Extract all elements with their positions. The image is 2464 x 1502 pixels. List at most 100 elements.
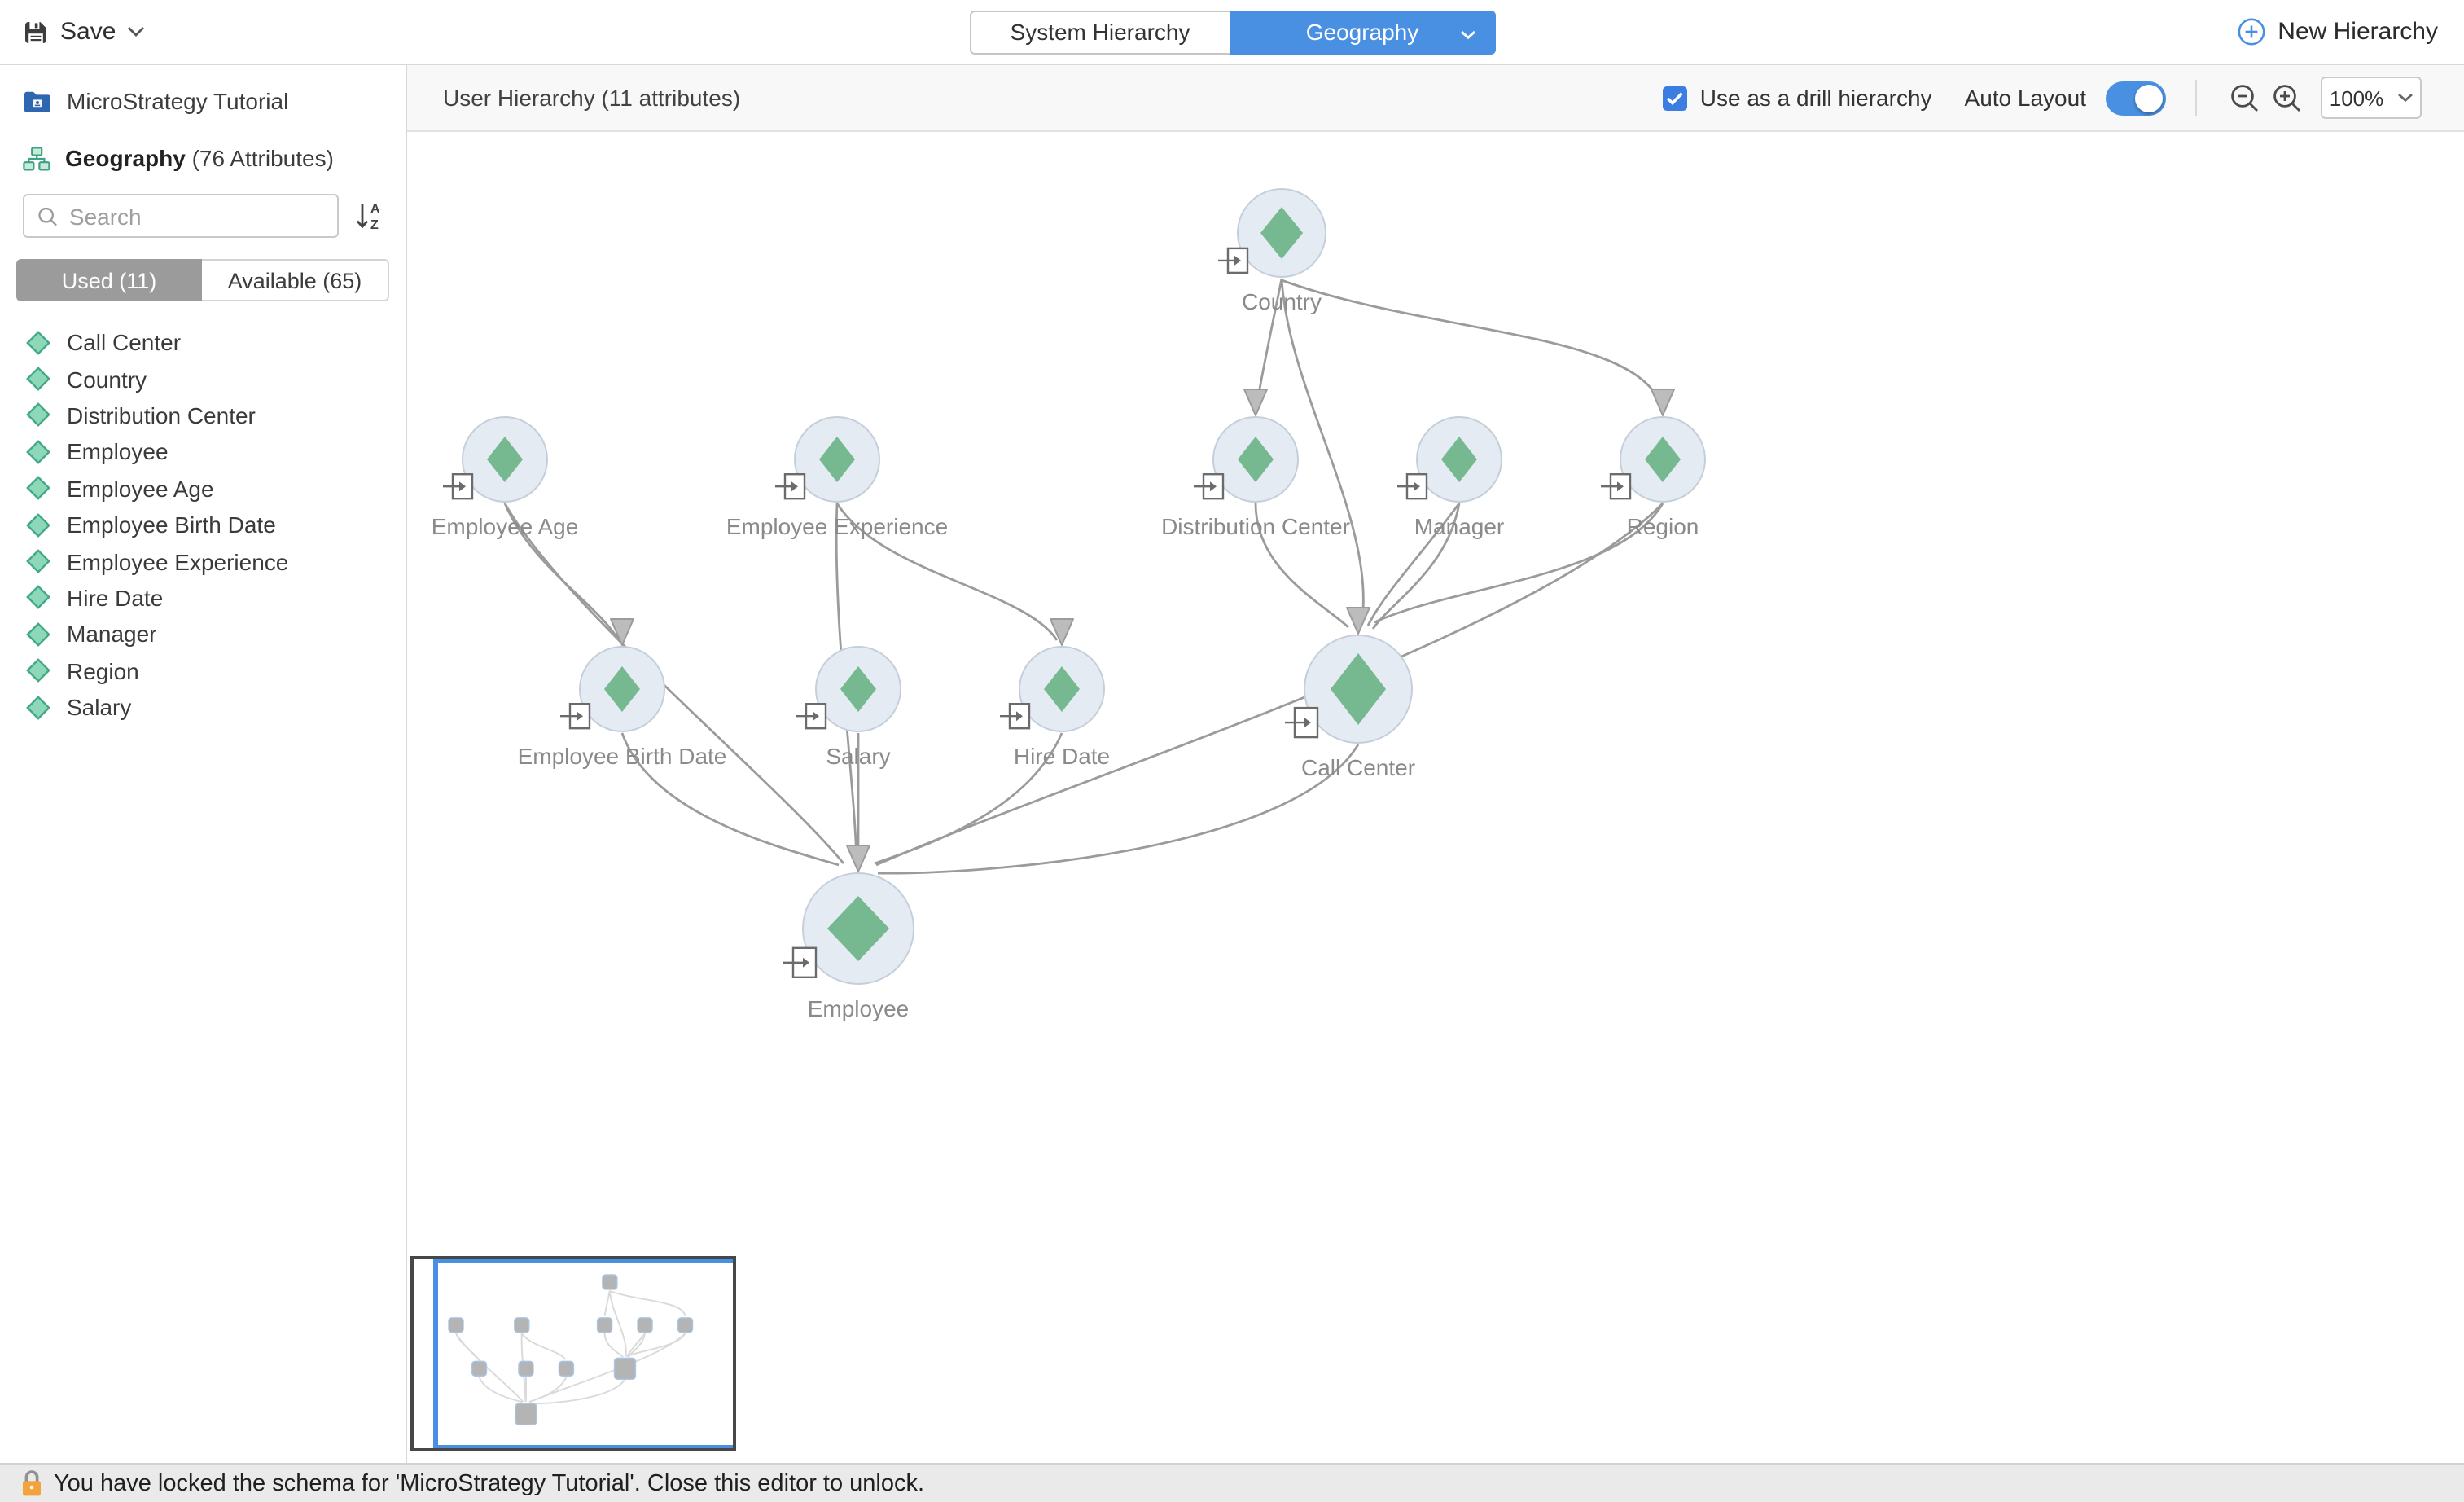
save-button[interactable]: Save	[23, 18, 145, 46]
node-country[interactable]: Country	[1218, 189, 1326, 314]
svg-text:Z: Z	[370, 218, 379, 231]
attribute-item-label: Employee Birth Date	[67, 512, 276, 538]
folder-icon	[23, 89, 52, 113]
attribute-item-region[interactable]: Region	[0, 652, 406, 689]
attribute-filter-tabs: Used (11) Available (65)	[16, 259, 389, 301]
project-name: MicroStrategy Tutorial	[67, 88, 288, 114]
attribute-item-label: Salary	[67, 694, 131, 720]
hierarchy-canvas[interactable]: CountryEmployee AgeEmployee ExperienceDi…	[407, 132, 2464, 1463]
sort-az-icon[interactable]: A Z	[355, 200, 383, 231]
hierarchy-name: Geography	[65, 145, 186, 171]
node-hire-date[interactable]: Hire Date	[1000, 647, 1110, 769]
node-manager[interactable]: Manager	[1397, 417, 1504, 539]
attribute-diamond-icon	[26, 403, 50, 428]
attribute-diamond-icon	[26, 549, 50, 573]
divider	[2195, 80, 2197, 116]
attribute-item-employee[interactable]: Employee	[0, 433, 406, 470]
attribute-diamond-icon	[26, 440, 50, 464]
new-hierarchy-button[interactable]: New Hierarchy	[2237, 18, 2438, 46]
attribute-diamond-icon	[26, 330, 50, 354]
node-label-region: Region	[1627, 514, 1699, 539]
attribute-item-distribution-center[interactable]: Distribution Center	[0, 397, 406, 434]
minimap[interactable]	[410, 1256, 736, 1451]
entry-point-icon	[560, 704, 590, 728]
node-label-employee-birth-date: Employee Birth Date	[518, 744, 727, 769]
tab-available[interactable]: Available (65)	[202, 259, 389, 301]
statusbar: You have locked the schema for 'MicroStr…	[0, 1463, 2464, 1502]
node-employee[interactable]: Employee	[783, 873, 914, 1021]
arrowhead-into-call-center	[1347, 608, 1370, 634]
tab-geography-dropdown[interactable]: Geography	[1230, 10, 1495, 54]
plus-circle-icon	[2237, 18, 2265, 46]
attribute-item-hire-date[interactable]: Hire Date	[0, 579, 406, 616]
search-icon	[37, 204, 58, 227]
save-label: Save	[60, 18, 116, 46]
canvas-header: User Hierarchy (11 attributes) Use as a …	[407, 65, 2464, 132]
middle-region: MicroStrategy Tutorial Geography (76 Att…	[0, 65, 2464, 1463]
drill-hierarchy-checkbox[interactable]	[1663, 86, 1687, 110]
tab-used[interactable]: Used (11)	[16, 259, 202, 301]
hierarchy-editor: Save System Hierarchy Geography New Hier…	[0, 0, 2464, 1502]
minimap-viewport[interactable]	[433, 1258, 736, 1450]
search-input[interactable]	[69, 203, 324, 229]
node-region[interactable]: Region	[1601, 417, 1705, 539]
node-employee-experience[interactable]: Employee Experience	[726, 417, 948, 539]
node-employee-age[interactable]: Employee Age	[432, 417, 579, 539]
zoom-out-button[interactable]	[2223, 77, 2265, 119]
attribute-item-country[interactable]: Country	[0, 361, 406, 397]
arrowhead-into-distribution-center	[1244, 389, 1267, 415]
entry-point-icon	[775, 474, 805, 498]
node-label-manager: Manager	[1414, 514, 1505, 539]
node-label-employee-age: Employee Age	[432, 514, 579, 539]
entry-point-icon	[1397, 474, 1427, 498]
hierarchy-icon	[23, 146, 50, 170]
entry-point-icon	[1218, 248, 1247, 273]
edge-employee-age-to-employee	[505, 503, 844, 863]
zoom-level-select[interactable]: 100%	[2321, 77, 2422, 119]
attribute-diamond-icon	[26, 695, 50, 719]
tab-system-hierarchy[interactable]: System Hierarchy	[969, 10, 1230, 54]
search-box[interactable]	[23, 194, 339, 238]
entry-point-icon	[1601, 474, 1630, 498]
auto-layout-toggle[interactable]	[2106, 81, 2166, 115]
attribute-item-employee-experience[interactable]: Employee Experience	[0, 543, 406, 580]
search-row: A Z	[0, 194, 406, 238]
attribute-item-salary[interactable]: Salary	[0, 689, 406, 726]
entry-point-icon	[796, 704, 826, 728]
node-label-employee-experience: Employee Experience	[726, 514, 948, 539]
node-label-hire-date: Hire Date	[1014, 744, 1110, 769]
attribute-item-employee-age[interactable]: Employee Age	[0, 470, 406, 507]
entry-point-icon	[443, 474, 472, 498]
attribute-item-label: Employee	[67, 439, 169, 465]
entry-point-icon	[1000, 704, 1029, 728]
attribute-item-label: Manager	[67, 621, 157, 648]
drill-hierarchy-label: Use as a drill hierarchy	[1700, 85, 1932, 111]
attribute-diamond-icon	[26, 658, 50, 683]
edge-call-center-to-employee	[878, 744, 1358, 873]
status-message: You have locked the schema for 'MicroStr…	[54, 1470, 924, 1496]
node-label-call-center: Call Center	[1301, 755, 1415, 780]
attribute-item-label: Employee Experience	[67, 548, 288, 574]
node-call-center[interactable]: Call Center	[1285, 635, 1415, 780]
header-controls: Use as a drill hierarchy Auto Layout	[1663, 77, 2422, 119]
attribute-item-call-center[interactable]: Call Center	[0, 324, 406, 361]
attribute-item-manager[interactable]: Manager	[0, 616, 406, 652]
entry-point-icon	[1285, 708, 1317, 737]
attribute-diamond-icon	[26, 477, 50, 501]
attribute-item-employee-birth-date[interactable]: Employee Birth Date	[0, 507, 406, 543]
canvas-title: User Hierarchy (11 attributes)	[443, 85, 740, 111]
check-icon	[1666, 90, 1684, 105]
edge-country-to-region	[1282, 280, 1663, 412]
entry-point-icon	[783, 948, 816, 977]
topbar: Save System Hierarchy Geography New Hier…	[0, 0, 2464, 65]
node-employee-birth-date[interactable]: Employee Birth Date	[518, 647, 727, 769]
zoom-in-button[interactable]	[2265, 77, 2308, 119]
zoom-out-icon	[2229, 82, 2260, 113]
node-salary[interactable]: Salary	[796, 647, 901, 769]
project-row[interactable]: MicroStrategy Tutorial	[0, 86, 406, 116]
chevron-down-icon	[1459, 29, 1475, 39]
selected-hierarchy-row[interactable]: Geography (76 Attributes)	[0, 143, 406, 173]
toggle-knob	[2135, 84, 2163, 112]
svg-text:A: A	[370, 202, 380, 216]
zoom-level-value: 100%	[2330, 86, 2384, 110]
